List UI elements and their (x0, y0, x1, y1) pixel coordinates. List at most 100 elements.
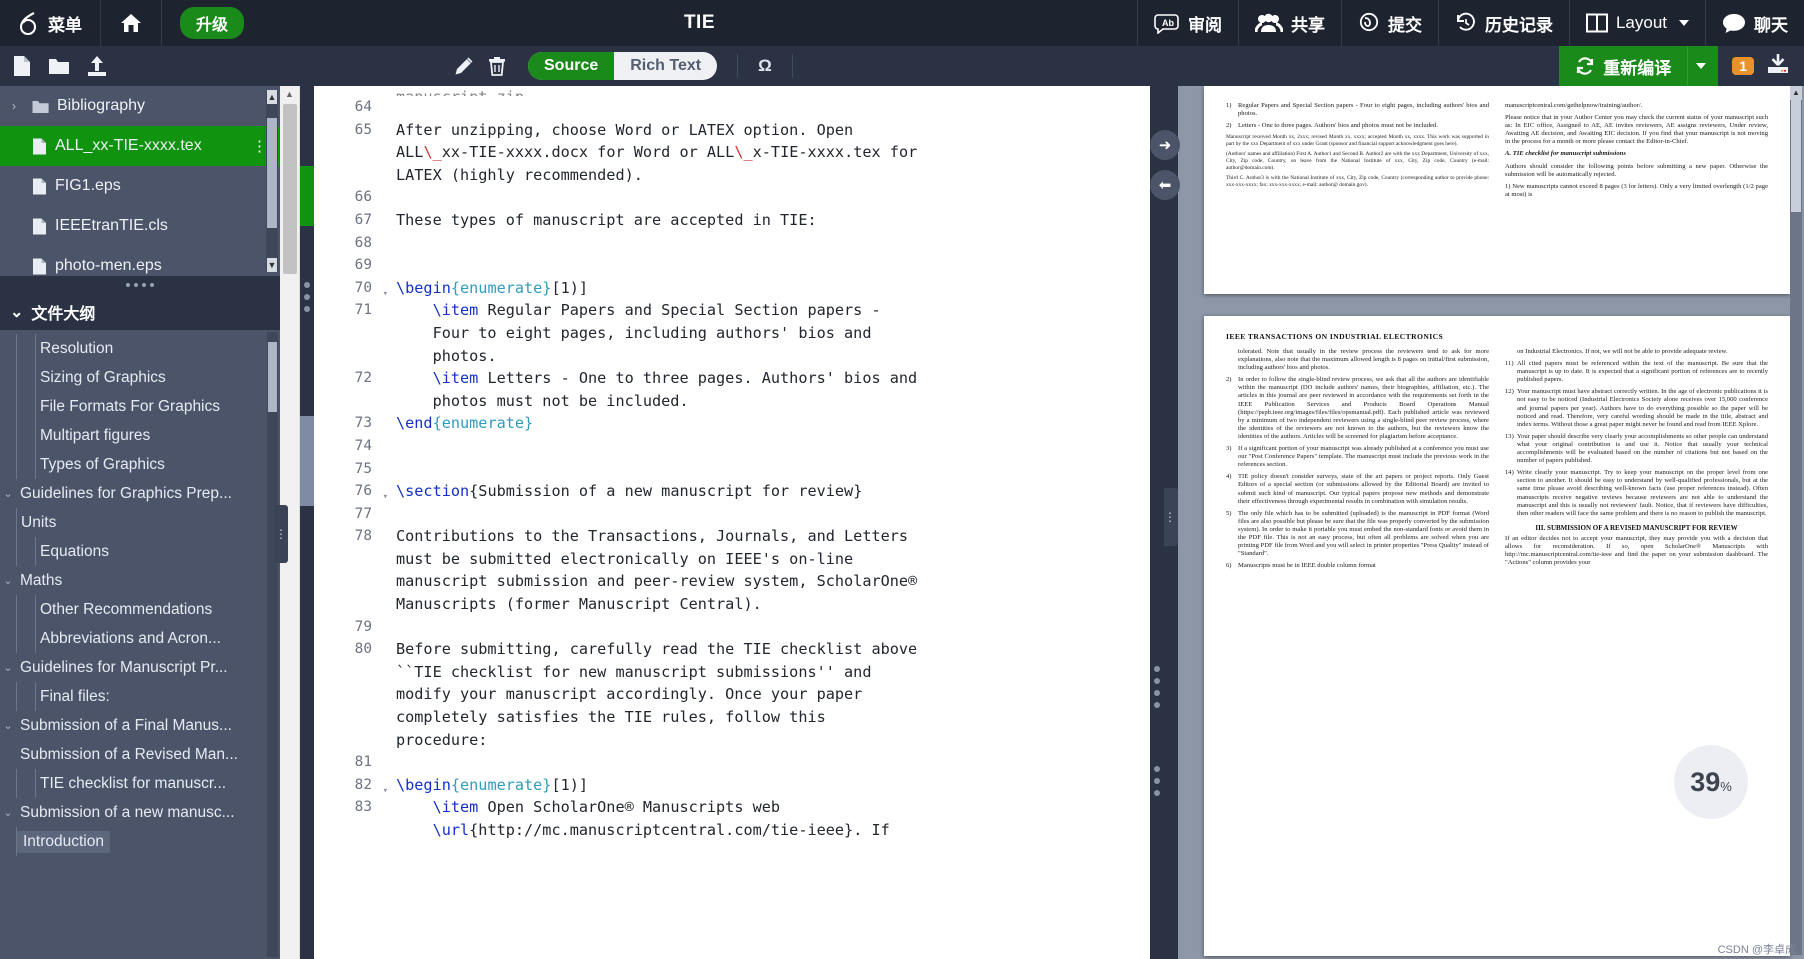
outline-item[interactable]: Submission of a Revised Man... (0, 740, 280, 769)
editor-rail-dot-icon[interactable] (1154, 790, 1160, 796)
chevron-right-icon[interactable]: › (12, 99, 24, 113)
sync-to-code-button[interactable]: ⬅ (1150, 170, 1180, 200)
code-line[interactable]: 83 \item Open ScholarOne® Manuscripts we… (314, 796, 1164, 819)
code-text-area[interactable]: manuscript.zip. 64 65 After unzipping, cho… (314, 86, 1164, 959)
editor-rail-dot-icon[interactable] (1154, 690, 1160, 696)
code-line[interactable]: 70 ▾ \begin{enumerate}[1)] (314, 277, 1164, 300)
pencil-icon[interactable] (454, 56, 474, 76)
code-line[interactable]: procedure: (314, 729, 1164, 752)
code-line[interactable]: 66 (314, 186, 1164, 209)
chat-button[interactable]: 聊天 (1705, 0, 1804, 46)
sync-to-pdf-button[interactable]: ➜ (1150, 130, 1180, 160)
chevron-down-icon[interactable]: ⌄ (0, 487, 16, 500)
file-tree-item-folder[interactable]: › Bibliography (0, 86, 280, 126)
outline-item[interactable]: Sizing of Graphics (0, 363, 280, 392)
new-folder-icon[interactable] (48, 56, 70, 76)
pdf-scroll-up-icon[interactable]: ▲ (1790, 86, 1802, 100)
upload-icon[interactable] (86, 55, 108, 77)
chevron-down-icon[interactable]: ⌄ (0, 719, 16, 732)
editor-scroll-thumb[interactable] (283, 104, 297, 274)
code-line[interactable]: 82 ▾ \begin{enumerate}[1)] (314, 774, 1164, 797)
pdf-scroll-thumb[interactable] (1791, 92, 1801, 212)
code-line[interactable]: 69 (314, 254, 1164, 277)
code-line[interactable]: 76 ▾ \section{Submission of a new manuscri… (314, 480, 1164, 503)
outline-item[interactable]: ⌄ Guidelines for Manuscript Pr... (0, 653, 280, 682)
outline-item[interactable]: Abbreviations and Acron... (0, 624, 280, 653)
fold-toggle-icon[interactable]: ▾ (383, 486, 388, 509)
home-button[interactable] (101, 0, 162, 46)
fold-dot-icon[interactable] (304, 282, 310, 288)
warning-count-badge[interactable]: 1 (1732, 57, 1754, 75)
review-button[interactable]: Ab 审阅 (1136, 0, 1238, 46)
code-line[interactable]: 68 (314, 232, 1164, 255)
editor-rail-dot-icon[interactable] (1154, 666, 1160, 672)
editor-rail-dot-icon[interactable] (1154, 702, 1160, 708)
recompile-button[interactable]: 重新编译 (1559, 46, 1688, 86)
code-line[interactable]: LATEX (highly recommended). (314, 164, 1164, 187)
file-tree-item-file[interactable]: photo-men.eps (0, 246, 280, 276)
share-button[interactable]: 共享 (1237, 0, 1341, 46)
editor-rail-dot-icon[interactable] (1154, 766, 1160, 772)
pdf-scroll-area[interactable]: 1) Regular Papers and Special Section pap… (1178, 86, 1804, 959)
code-line[interactable]: 78 Contributions to the Transactions, Jou… (314, 525, 1164, 548)
scroll-up-arrow-icon[interactable]: ▲ (280, 86, 299, 102)
outline-item[interactable]: Units (0, 508, 280, 537)
richtext-tab[interactable]: Rich Text (614, 52, 717, 80)
outline-item[interactable]: Equations (0, 537, 280, 566)
code-line[interactable]: 75 (314, 458, 1164, 481)
fold-toggle-icon[interactable]: ▾ (383, 283, 388, 306)
sidebar-collapse-handle[interactable]: ⋮ (274, 505, 288, 564)
outline-scroll-thumb[interactable] (268, 342, 277, 412)
code-line[interactable]: 72 \item Letters - One to three pages. A… (314, 367, 1164, 390)
code-line[interactable]: 74 (314, 435, 1164, 458)
fold-marker-active[interactable] (300, 166, 314, 226)
outline-item[interactable]: Multipart figures (0, 421, 280, 450)
code-line[interactable]: 80 Before submitting, carefully read the … (314, 638, 1164, 661)
code-line[interactable]: must be submitted electronically on IEEE… (314, 548, 1164, 571)
source-richtext-toggle[interactable]: Source Rich Text (528, 52, 718, 80)
outline-item[interactable]: Final files: (0, 682, 280, 711)
editor-fold-gutter[interactable] (300, 86, 314, 959)
code-line[interactable]: 65 After unzipping, choose Word or LATEX … (314, 119, 1164, 142)
code-line[interactable]: 71 \item Regular Papers and Special Sect… (314, 299, 1164, 322)
fold-toggle-icon[interactable]: ▾ (383, 780, 388, 803)
file-tree-item-file[interactable]: IEEEtranTIE.cls (0, 206, 280, 246)
upgrade-button[interactable]: 升级 (162, 0, 262, 46)
code-line[interactable]: ALL\_xx-TIE-xxxx.docx for Word or ALL\_x… (314, 141, 1164, 164)
outline-item[interactable]: Resolution (0, 334, 280, 363)
outline-item[interactable]: Types of Graphics (0, 450, 280, 479)
outline-item[interactable]: Other Recommendations (0, 595, 280, 624)
code-line[interactable]: Four to eight pages, including authors' … (314, 322, 1164, 345)
pdf-scrollbar[interactable] (1790, 90, 1802, 955)
sidebar-resize-handle[interactable] (0, 276, 280, 294)
code-line[interactable]: completely satisfies the TIE rules, foll… (314, 706, 1164, 729)
outline-scrollbar[interactable] (267, 332, 278, 957)
scroll-down-arrow-icon[interactable]: ▼ (267, 258, 277, 272)
editor-rail-dot-icon[interactable] (1154, 678, 1160, 684)
file-tree-item-file[interactable]: FIG1.eps (0, 166, 280, 206)
history-button[interactable]: 历史记录 (1437, 0, 1569, 46)
fold-marker[interactable] (300, 416, 314, 506)
chevron-down-icon[interactable]: ⌄ (0, 661, 16, 674)
code-line[interactable]: \url{http://mc.manuscriptcentral.com/tie… (314, 819, 1164, 842)
code-line[interactable]: manuscript submission and peer-review sy… (314, 570, 1164, 593)
recompile-options-button[interactable] (1687, 46, 1719, 86)
code-line[interactable]: photos. (314, 345, 1164, 368)
symbol-palette-icon[interactable]: Ω (758, 56, 772, 76)
code-line[interactable]: photos must not be included. (314, 390, 1164, 413)
outline-item[interactable]: File Formats For Graphics (0, 392, 280, 421)
code-line[interactable]: 77 (314, 503, 1164, 526)
scroll-up-arrow-icon[interactable]: ▲ (267, 90, 277, 104)
code-line[interactable]: 81 (314, 751, 1164, 774)
outline-header[interactable]: ⌄ 文件大纲 (0, 294, 280, 330)
fold-dot-icon[interactable] (304, 306, 310, 312)
new-file-icon[interactable] (12, 55, 32, 77)
chevron-down-icon[interactable]: ⌄ (0, 574, 16, 587)
code-line[interactable]: 79 (314, 616, 1164, 639)
code-line[interactable]: 64 (314, 96, 1164, 119)
outline-item[interactable]: ⌄ Maths (0, 566, 280, 595)
fold-dot-icon[interactable] (304, 294, 310, 300)
code-line[interactable]: ``TIE checklist for new manuscript submi… (314, 661, 1164, 684)
file-tree-item-file[interactable]: ALL_xx-TIE-xxxx.tex ⋮ (0, 126, 280, 166)
outline-item[interactable]: TIE checklist for manuscr... (0, 769, 280, 798)
